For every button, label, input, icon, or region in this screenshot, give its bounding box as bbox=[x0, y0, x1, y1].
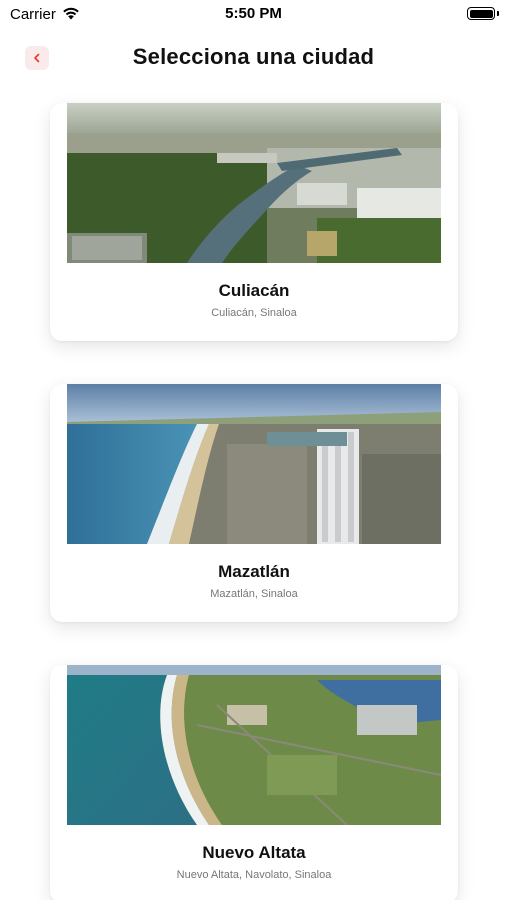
city-image-nuevo-altata bbox=[67, 665, 441, 825]
city-image-culiacan bbox=[67, 103, 441, 263]
city-name: Mazatlán bbox=[218, 562, 290, 581]
city-card-culiacan[interactable]: Culiacán Culiacán, Sinaloa bbox=[50, 103, 458, 341]
city-card-mazatlan[interactable]: Mazatlán Mazatlán, Sinaloa bbox=[50, 384, 458, 622]
city-name: Culiacán bbox=[218, 281, 290, 300]
battery-icon bbox=[467, 7, 495, 20]
city-subtitle: Culiacán, Sinaloa bbox=[211, 307, 297, 319]
header: Selecciona una ciudad bbox=[0, 40, 507, 80]
clock-time: 5:50 PM bbox=[225, 5, 282, 22]
city-image-mazatlan bbox=[67, 384, 441, 544]
page-title: Selecciona una ciudad bbox=[132, 44, 375, 69]
city-card-nuevo-altata[interactable]: Nuevo Altata Nuevo Altata, Navolato, Sin… bbox=[50, 665, 458, 900]
status-bar: Carrier 5:50 PM bbox=[0, 0, 507, 28]
city-subtitle: Nuevo Altata, Navolato, Sinaloa bbox=[176, 869, 332, 881]
city-name: Nuevo Altata bbox=[202, 843, 306, 862]
city-subtitle: Mazatlán, Sinaloa bbox=[210, 588, 298, 600]
